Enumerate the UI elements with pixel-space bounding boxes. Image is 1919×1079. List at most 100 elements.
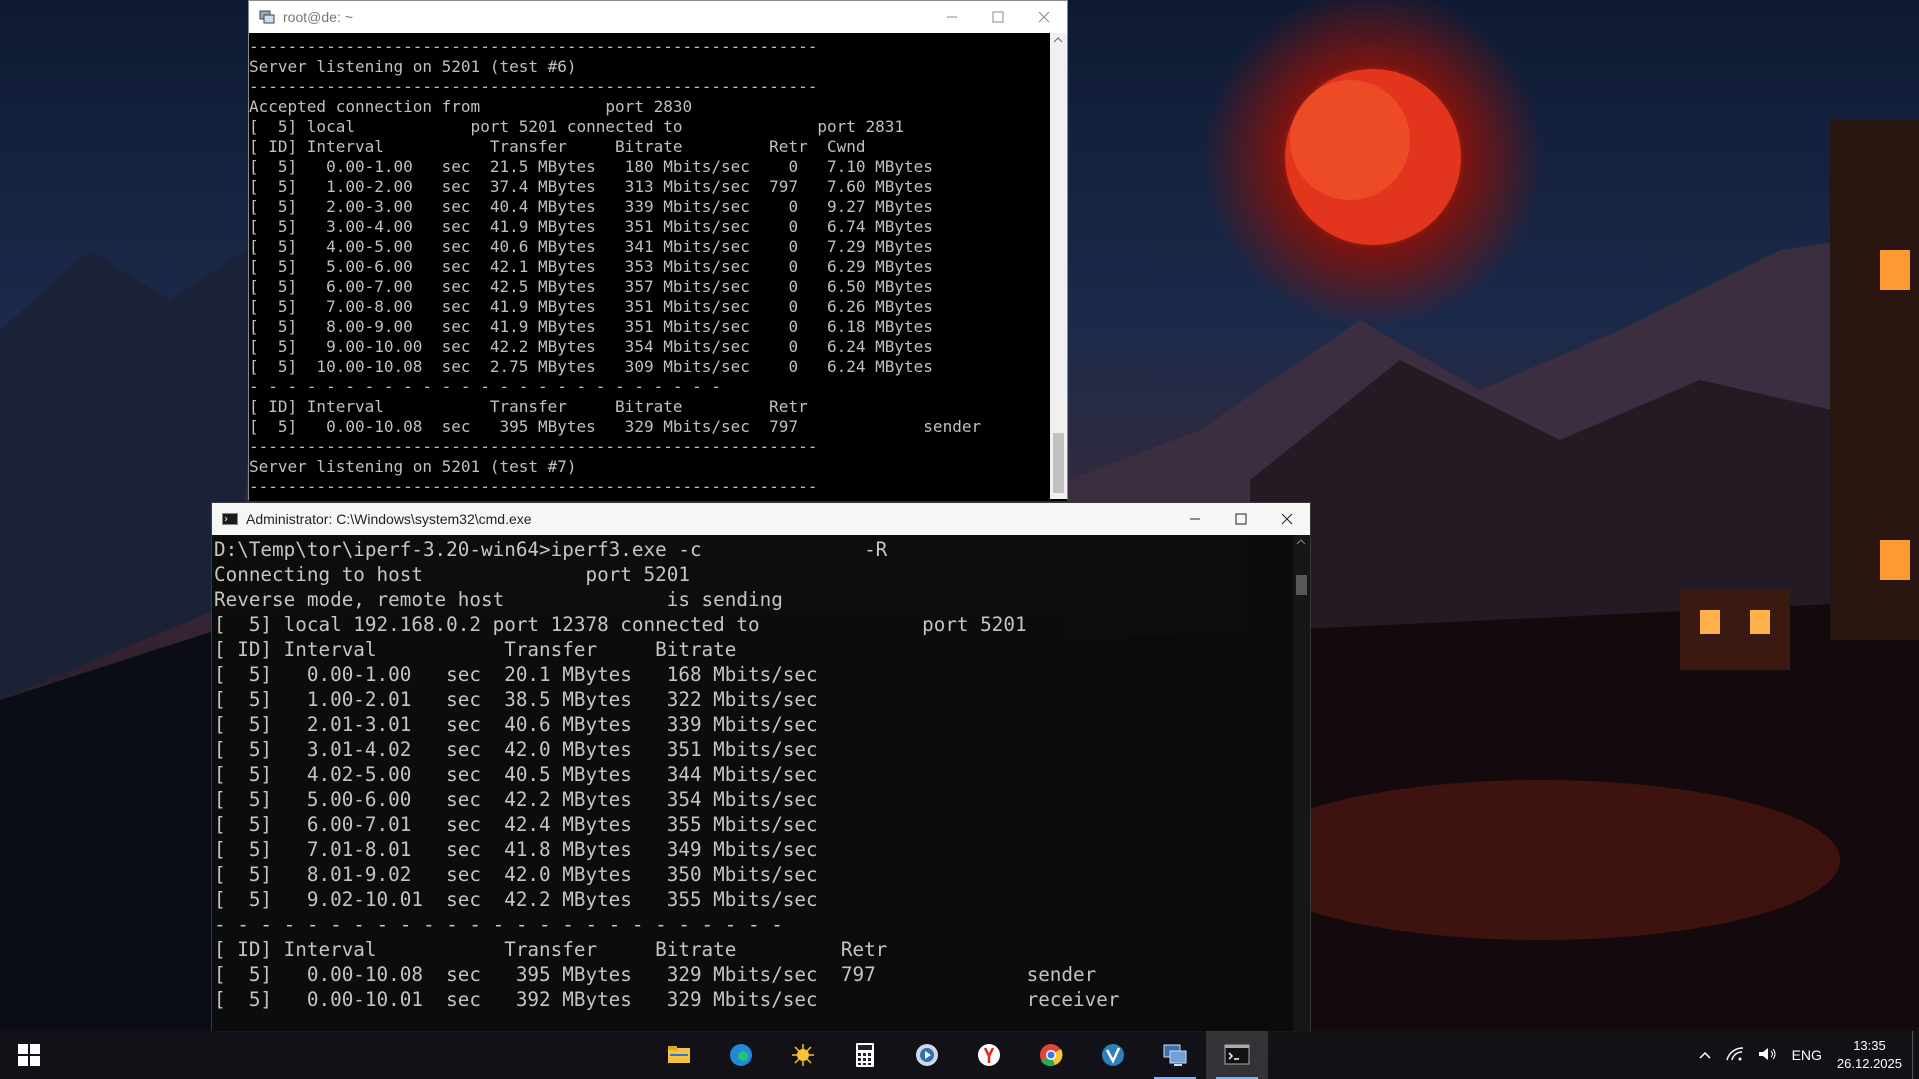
terminal-line: Server listening on 5201 (test #7) [249,457,577,476]
terminal-line: [ ID] Interval Transfer Bitrate Retr [214,938,888,961]
cmd-window-title: Administrator: C:\Windows\system32\cmd.e… [246,511,532,527]
terminal-line: [ 5] 7.01-8.01 sec 41.8 MBytes 349 Mbits… [214,838,818,861]
terminal-line: [ 5] 5.00-6.00 sec 42.1 MBytes 353 Mbits… [249,257,933,276]
terminal-line: [ 5] 4.02-5.00 sec 40.5 MBytes 344 Mbits… [214,763,818,786]
ssh-scroll-thumb[interactable] [1053,433,1064,493]
ssh-window-title: root@de: ~ [283,9,353,25]
taskbar-app-sun-app[interactable] [772,1031,834,1079]
maximize-icon [1235,513,1247,525]
terminal-line: [ 5] 0.00-10.01 sec 392 MBytes 329 Mbits… [214,988,1120,1011]
volume-button[interactable] [1751,1046,1785,1065]
terminal-line: [ 5] 2.00-3.00 sec 40.4 MBytes 339 Mbits… [249,197,933,216]
minimize-icon [947,16,957,18]
terminal-line: Server listening on 5201 (test #6) [249,57,577,76]
taskbar-app-command-prompt[interactable] [1206,1031,1268,1079]
scroll-up-icon [1296,539,1306,545]
close-button[interactable] [1021,1,1067,33]
terminal-line: [ 5] 6.00-7.00 sec 42.5 MBytes 357 Mbits… [249,277,933,296]
terminal-line: [ 5] 9.00-10.00 sec 42.2 MBytes 354 Mbit… [249,337,933,356]
terminal-line: Connecting to host port 5201 [214,563,690,586]
ssh-title-bar[interactable]: root@de: ~ [249,1,1067,33]
close-icon [1038,11,1050,23]
network-button[interactable] [1719,1046,1751,1065]
terminal-line: [ 5] 4.00-5.00 sec 40.6 MBytes 341 Mbits… [249,237,933,256]
clock-date: 26.12.2025 [1836,1056,1902,1071]
cmd-title-bar[interactable]: Administrator: C:\Windows\system32\cmd.e… [212,503,1310,535]
ssh-terminal-output[interactable]: ----------------------------------------… [249,33,1067,501]
terminal-line: [ 5] 6.00-7.01 sec 42.4 MBytes 355 Mbits… [214,813,818,836]
sun-app-icon [791,1043,815,1067]
show-desktop-button[interactable] [1912,1031,1919,1079]
file-explorer-icon [668,1046,690,1063]
terminal-line: [ 5] 0.00-10.08 sec 395 MBytes 329 Mbits… [249,417,982,436]
chrome-icon [1040,1044,1063,1067]
ssh-terminal-window[interactable]: root@de: ~ -----------------------------… [248,0,1068,501]
wifi-icon [1725,1046,1743,1060]
terminal-line: - - - - - - - - - - - - - - - - - - - - … [249,377,722,396]
terminal-line: [ 5] local 192.168.0.2 port 12378 connec… [214,613,1027,636]
minimize-icon [1190,518,1200,520]
cmd-terminal-output[interactable]: D:\Temp\tor\iperf-3.20-win64>iperf3.exe … [212,535,1310,1031]
cmd-scroll-thumb[interactable] [1296,575,1307,595]
clock-time: 13:35 [1853,1038,1886,1053]
terminal-line: [ 5] 8.01-9.02 sec 42.0 MBytes 350 Mbits… [214,863,818,886]
terminal-line: D:\Temp\tor\iperf-3.20-win64>iperf3.exe … [214,538,888,561]
terminal-line: Accepted connection from port 2830 [249,97,693,116]
close-icon [1281,513,1293,525]
terminal-line: ----------------------------------------… [249,37,818,56]
command-prompt-icon [1224,1044,1250,1065]
close-button[interactable] [1264,503,1310,535]
speaker-icon [1758,1047,1776,1060]
clock[interactable]: 13:35 26.12.2025 [1829,1037,1912,1073]
taskbar-app-chrome[interactable] [1020,1031,1082,1079]
terminal-line: ----------------------------------------… [249,437,818,456]
terminal-line: [ 5] 8.00-9.00 sec 41.9 MBytes 351 Mbits… [249,317,933,336]
terminal-line: [ 5] 0.00-1.00 sec 21.5 MBytes 180 Mbits… [249,157,933,176]
media-player-icon [916,1044,938,1066]
taskbar-app-media-player[interactable] [896,1031,958,1079]
putty-icon [259,10,275,24]
terminal-line: [ 5] 0.00-10.08 sec 395 MBytes 329 Mbits… [214,963,1097,986]
minimize-button[interactable] [929,1,975,33]
terminal-line: [ 5] 2.01-3.01 sec 40.6 MBytes 339 Mbits… [214,713,818,736]
taskbar-app-vivaldi[interactable] [1082,1031,1144,1079]
terminal-line: [ 5] local port 5201 connected to port 2… [249,117,905,136]
taskbar-app-calculator[interactable] [834,1031,896,1079]
tray-expand-button[interactable] [1691,1047,1719,1063]
terminal-line: [ ID] Interval Transfer Bitrate Retr Cwn… [249,137,866,156]
terminal-line: [ 5] 9.02-10.01 sec 42.2 MBytes 355 Mbit… [214,888,818,911]
terminal-line: [ 5] 7.00-8.00 sec 41.9 MBytes 351 Mbits… [249,297,933,316]
terminal-line: ----------------------------------------… [249,477,818,496]
terminal-line: ----------------------------------------… [249,77,818,96]
terminal-line: [ 5] 3.01-4.02 sec 42.0 MBytes 351 Mbits… [214,738,818,761]
taskbar-apps [648,1031,1268,1079]
terminal-line: [ ID] Interval Transfer Bitrate Retr [249,397,808,416]
taskbar-app-yandex-browser[interactable] [958,1031,1020,1079]
maximize-icon [992,11,1004,23]
ssh-scrollbar[interactable] [1050,33,1067,499]
windows-logo-icon [18,1044,40,1066]
taskbar-app-remote-desktop[interactable] [1144,1031,1206,1079]
system-tray: ENG 13:35 26.12.2025 [1691,1031,1919,1079]
taskbar: ENG 13:35 26.12.2025 [0,1031,1919,1079]
cmd-icon [222,513,238,525]
yandex-browser-icon [978,1044,1000,1066]
terminal-line: [ 5] 0.00-1.00 sec 20.1 MBytes 168 Mbits… [214,663,818,686]
taskbar-app-edge[interactable] [710,1031,772,1079]
cmd-window[interactable]: Administrator: C:\Windows\system32\cmd.e… [211,502,1311,1032]
terminal-line: [ 5] 10.00-10.08 sec 2.75 MBytes 309 Mbi… [249,357,933,376]
chevron-up-icon [1699,1051,1711,1059]
scroll-up-icon [1053,37,1063,43]
cmd-scrollbar[interactable] [1293,535,1310,1031]
language-indicator[interactable]: ENG [1785,1047,1829,1063]
minimize-button[interactable] [1172,503,1218,535]
maximize-button[interactable] [975,1,1021,33]
terminal-line: [ 5] 1.00-2.00 sec 37.4 MBytes 313 Mbits… [249,177,933,196]
calculator-icon [856,1043,874,1067]
maximize-button[interactable] [1218,503,1264,535]
terminal-line: [ ID] Interval Transfer Bitrate [214,638,737,661]
start-button[interactable] [0,1031,58,1079]
remote-desktop-icon [1163,1044,1187,1066]
taskbar-app-file-explorer[interactable] [648,1031,710,1079]
terminal-line: [ 5] 5.00-6.00 sec 42.2 MBytes 354 Mbits… [214,788,818,811]
